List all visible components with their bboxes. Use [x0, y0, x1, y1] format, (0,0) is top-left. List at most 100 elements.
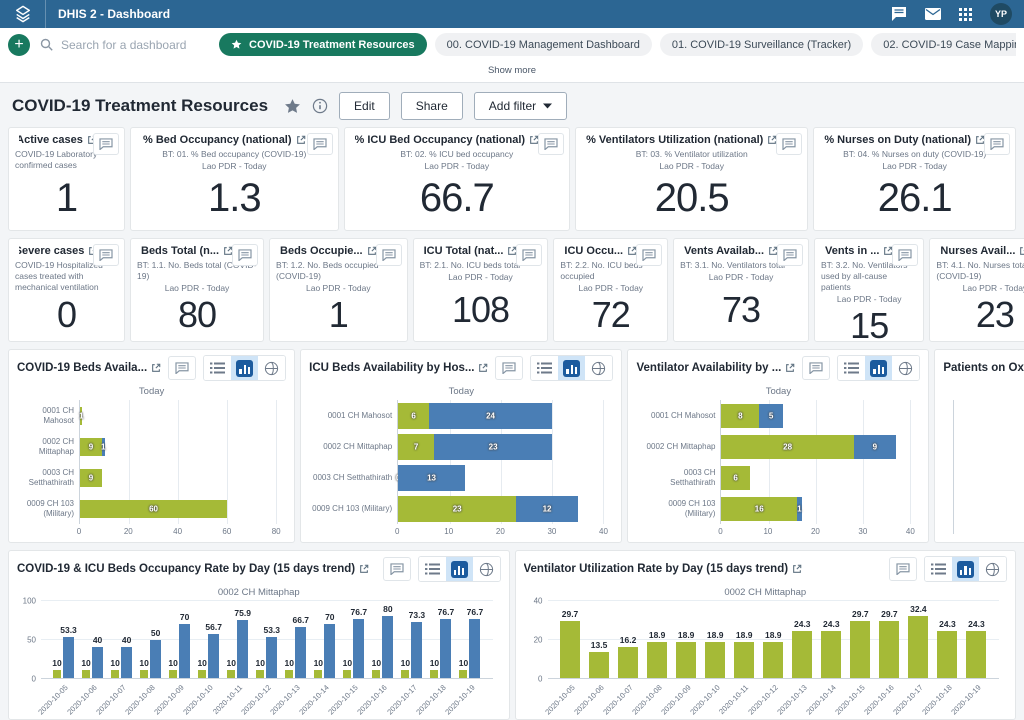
table-view-icon[interactable] [925, 557, 952, 581]
interpretations-icon[interactable] [891, 7, 907, 21]
search-input[interactable] [59, 37, 209, 53]
chart-view-icon[interactable] [865, 356, 892, 380]
open-in-visualizer-icon[interactable] [359, 564, 369, 574]
bar-segment[interactable]: 5 [759, 404, 783, 428]
comment-button[interactable] [232, 244, 258, 266]
bar[interactable]: 10 [256, 670, 264, 678]
table-view-icon[interactable] [838, 356, 865, 380]
comment-button[interactable] [984, 133, 1010, 155]
show-more-link[interactable]: Show more [488, 65, 536, 76]
open-in-visualizer-icon[interactable] [151, 363, 161, 373]
table-view-icon[interactable] [531, 356, 558, 380]
bar[interactable]: 24.3 [821, 631, 841, 678]
kpi-title[interactable]: Severe cases [19, 245, 94, 257]
comment-button[interactable] [889, 557, 917, 581]
table-view-icon[interactable] [419, 557, 446, 581]
dhis2-logo[interactable] [0, 0, 46, 28]
open-in-visualizer-icon[interactable] [792, 564, 802, 574]
comment-button[interactable] [802, 356, 830, 380]
bar[interactable]: 70 [324, 624, 335, 678]
kpi-title[interactable]: % Ventilators Utilization (national) [586, 134, 777, 146]
chart-view-icon[interactable] [558, 356, 585, 380]
bar[interactable]: 56.7 [208, 634, 219, 678]
bar[interactable]: 10 [401, 670, 409, 678]
bar-segment[interactable]: 9 [80, 438, 102, 456]
bar[interactable]: 10 [82, 670, 90, 678]
bar-segment[interactable]: 16 [721, 497, 797, 521]
bar[interactable]: 13.5 [589, 652, 609, 678]
star-favorite-icon[interactable] [284, 98, 301, 115]
share-button[interactable]: Share [401, 92, 463, 120]
kpi-title[interactable]: Vents in ... [825, 245, 893, 257]
new-dashboard-button[interactable]: + [8, 34, 30, 56]
apps-menu-icon[interactable] [959, 8, 972, 21]
bar[interactable]: 73.3 [411, 622, 422, 678]
comment-button[interactable] [516, 244, 542, 266]
comment-button[interactable] [376, 244, 402, 266]
bar[interactable]: 10 [111, 670, 119, 678]
bar[interactable]: 16.2 [618, 647, 638, 678]
map-view-icon[interactable] [892, 356, 919, 380]
kpi-title[interactable]: Beds Occupie... [280, 245, 377, 257]
bar[interactable]: 29.7 [879, 621, 899, 678]
bar[interactable]: 10 [198, 670, 206, 678]
dashboard-chip[interactable]: 01. COVID-19 Surveillance (Tracker) [660, 33, 863, 56]
open-in-visualizer-icon[interactable] [296, 135, 306, 145]
map-view-icon[interactable] [979, 557, 1006, 581]
chart-title[interactable]: COVID-19 Beds Availa... [17, 362, 161, 374]
map-view-icon[interactable] [258, 356, 285, 380]
bar[interactable]: 10 [169, 670, 177, 678]
chart-title[interactable]: Ventilator Availability by ... [636, 362, 795, 374]
map-view-icon[interactable] [473, 557, 500, 581]
kpi-title[interactable]: % Bed Occupancy (national) [141, 134, 308, 146]
bar-segment[interactable]: 6 [721, 466, 749, 490]
comment-button[interactable] [93, 244, 119, 266]
chart-title[interactable]: ICU Beds Availability by Hos... [309, 362, 488, 374]
bar[interactable]: 10 [314, 670, 322, 678]
kpi-title[interactable]: % ICU Bed Occupancy (national) [355, 134, 540, 146]
bar-segment[interactable]: 1 [102, 438, 104, 456]
bar[interactable]: 24.3 [937, 631, 957, 678]
table-view-icon[interactable] [204, 356, 231, 380]
chart-view-icon[interactable] [231, 356, 258, 380]
bar-segment[interactable]: 9 [854, 435, 896, 459]
bar[interactable]: 24.3 [966, 631, 986, 678]
user-avatar[interactable]: YP [990, 3, 1012, 25]
open-in-visualizer-icon[interactable] [478, 363, 488, 373]
kpi-title[interactable]: Beds Total (n... [141, 245, 233, 257]
bar[interactable]: 40 [121, 647, 132, 678]
comment-button[interactable] [892, 244, 918, 266]
bar-segment[interactable]: 12 [516, 496, 578, 522]
bar[interactable]: 18.9 [647, 642, 667, 678]
messages-icon[interactable] [925, 8, 941, 20]
chart-title[interactable]: COVID-19 & ICU Beds Occupancy Rate by Da… [17, 563, 376, 575]
bar-segment[interactable]: 1 [797, 497, 802, 521]
bar-segment[interactable]: 60 [80, 500, 227, 518]
info-icon[interactable] [312, 98, 328, 114]
bar[interactable]: 10 [372, 670, 380, 678]
dashboard-chip-selected[interactable]: COVID-19 Treatment Resources [219, 33, 427, 56]
bar-segment[interactable]: 24 [429, 403, 552, 429]
kpi-title[interactable]: Active cases [19, 134, 94, 146]
comment-button[interactable] [776, 133, 802, 155]
bar[interactable]: 24.3 [792, 631, 812, 678]
bar-segment[interactable]: 1 [80, 407, 82, 425]
comment-button[interactable] [495, 356, 523, 380]
bar-segment[interactable]: 13 [398, 465, 465, 491]
bar-segment[interactable]: 9 [80, 469, 102, 487]
bar[interactable]: 10 [343, 670, 351, 678]
dashboard-search[interactable] [40, 37, 209, 53]
bar[interactable]: 66.7 [295, 627, 306, 678]
chart-view-icon[interactable] [446, 557, 473, 581]
bar[interactable]: 75.9 [237, 620, 248, 678]
bar[interactable]: 50 [150, 640, 161, 679]
bar[interactable]: 10 [53, 670, 61, 678]
comment-button[interactable] [168, 356, 196, 380]
chart-title[interactable]: Ventilator Utilization Rate by Day (15 d… [524, 563, 883, 575]
bar-segment[interactable]: 23 [398, 496, 516, 522]
edit-button[interactable]: Edit [339, 92, 390, 120]
bar[interactable]: 40 [92, 647, 103, 678]
bar[interactable]: 80 [382, 616, 393, 678]
bar-segment[interactable]: 8 [721, 404, 759, 428]
comment-button[interactable] [307, 133, 333, 155]
